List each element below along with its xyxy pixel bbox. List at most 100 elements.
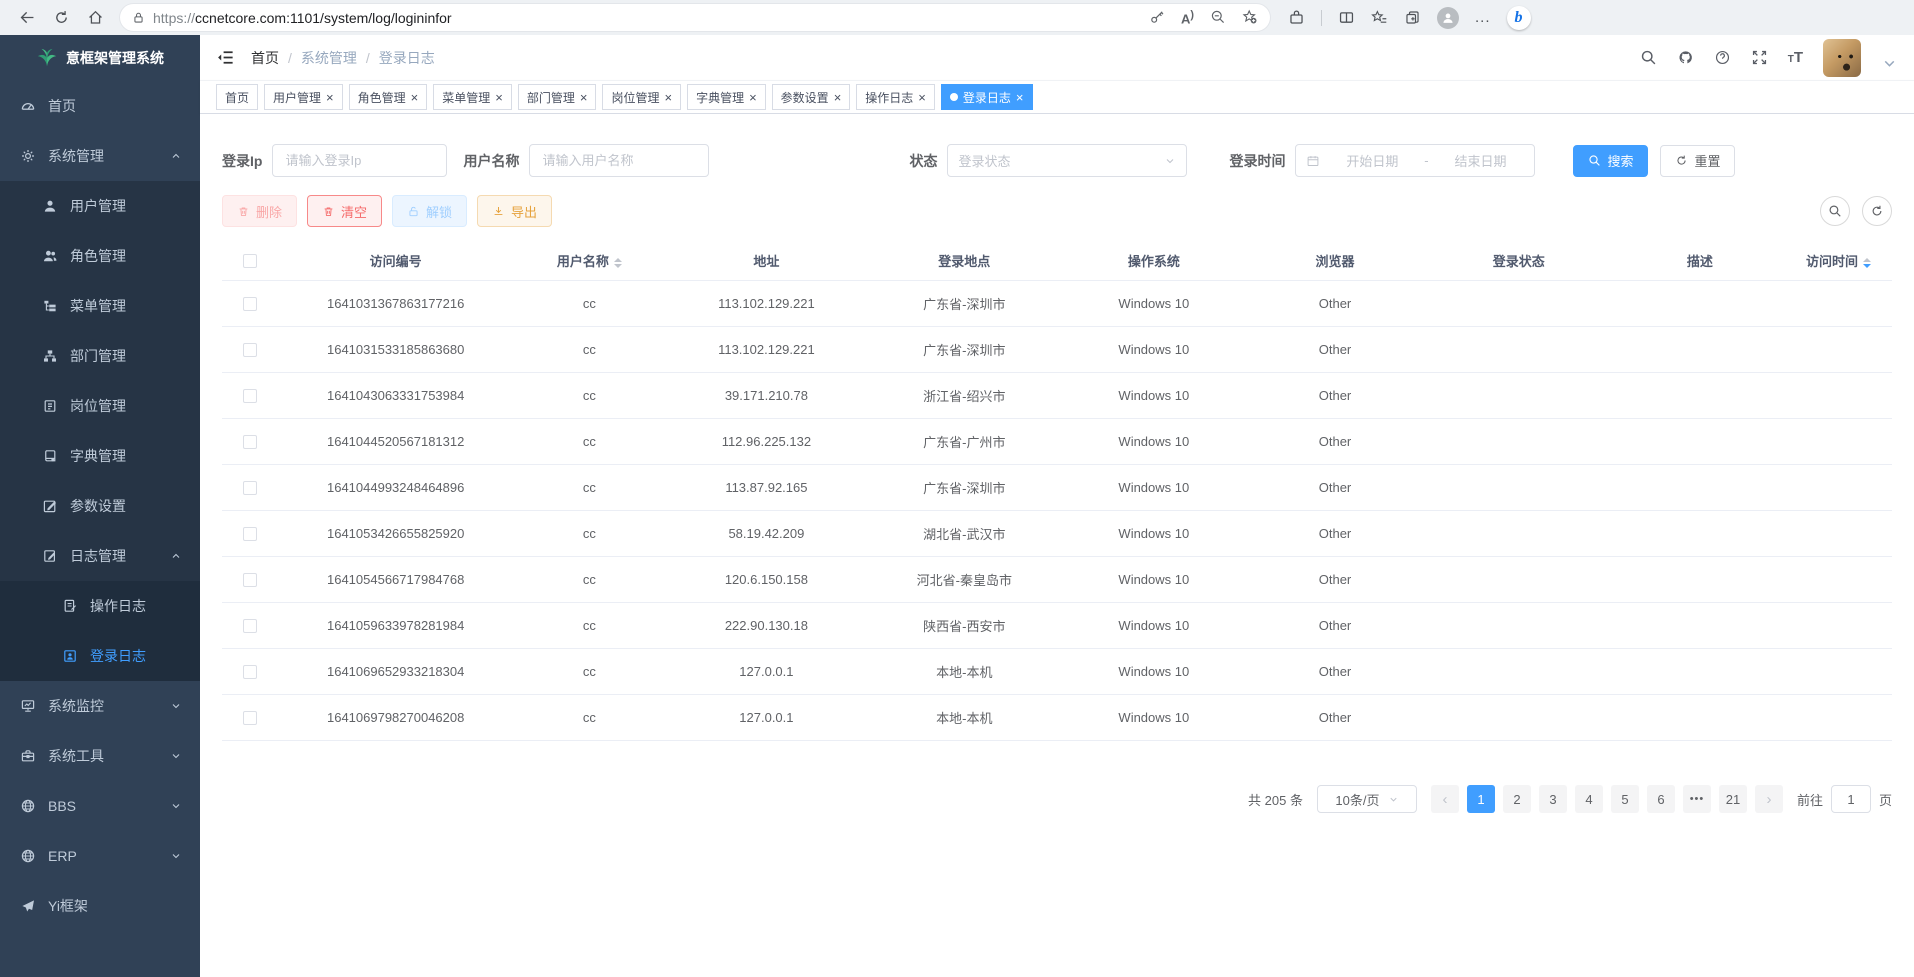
unlock-button[interactable]: 解锁	[392, 195, 467, 227]
row-checkbox[interactable]	[243, 527, 257, 541]
sidebar-item-op-log[interactable]: 操作日志	[0, 581, 200, 631]
zoom-out-icon[interactable]	[1210, 9, 1226, 25]
tab-role-mgmt[interactable]: 角色管理×	[349, 84, 428, 110]
help-icon[interactable]	[1714, 49, 1731, 66]
row-checkbox[interactable]	[243, 343, 257, 357]
page-button-2[interactable]: 2	[1503, 785, 1531, 813]
row-checkbox[interactable]	[243, 619, 257, 633]
select-all-checkbox[interactable]	[243, 254, 257, 268]
sidebar-item-post-mgmt[interactable]: 岗位管理	[0, 381, 200, 431]
more-pages-button[interactable]: •••	[1683, 785, 1711, 813]
sidebar-item-log-mgmt[interactable]: 日志管理	[0, 531, 200, 581]
row-checkbox[interactable]	[243, 435, 257, 449]
sidebar-item-user-mgmt[interactable]: 用户管理	[0, 181, 200, 231]
tab-login-log[interactable]: 登录日志×	[941, 84, 1033, 110]
status-select[interactable]: 登录状态	[947, 144, 1187, 177]
sidebar-item-system-monitor[interactable]: 系统监控	[0, 681, 200, 731]
more-menu-icon[interactable]: ...	[1475, 9, 1491, 26]
split-screen-icon[interactable]	[1338, 9, 1355, 26]
delete-button[interactable]: 删除	[222, 195, 297, 227]
url-text[interactable]: https://ccnetcore.com:1101/system/log/lo…	[153, 10, 1141, 26]
login-ip-input[interactable]	[272, 144, 447, 177]
user-avatar[interactable]	[1823, 39, 1861, 77]
sort-carets-icon[interactable]	[614, 258, 622, 268]
back-icon[interactable]	[12, 4, 42, 32]
sidebar-item-dict-mgmt[interactable]: 字典管理	[0, 431, 200, 481]
goto-page-input[interactable]	[1831, 785, 1871, 813]
sidebar-item-login-log[interactable]: 登录日志	[0, 631, 200, 681]
sidebar-item-yi-framework[interactable]: Yi框架	[0, 881, 200, 931]
header-search-icon[interactable]	[1640, 49, 1657, 66]
page-button-5[interactable]: 5	[1611, 785, 1639, 813]
row-checkbox[interactable]	[243, 665, 257, 679]
favorites-icon[interactable]	[1371, 9, 1388, 26]
search-button[interactable]: 搜索	[1573, 145, 1648, 177]
sidebar-item-home[interactable]: 首页	[0, 81, 200, 131]
sidebar-item-role-mgmt[interactable]: 角色管理	[0, 231, 200, 281]
sidebar-item-system-mgmt[interactable]: 系统管理	[0, 131, 200, 181]
row-checkbox[interactable]	[243, 711, 257, 725]
read-aloud-icon[interactable]: A)	[1181, 9, 1194, 26]
date-range-picker[interactable]: 开始日期 - 结束日期	[1295, 144, 1535, 177]
refresh-table-button[interactable]	[1862, 196, 1892, 226]
sidebar-item-bbs[interactable]: BBS	[0, 781, 200, 831]
collections-icon[interactable]	[1404, 9, 1421, 26]
close-tab-icon[interactable]: ×	[749, 91, 757, 104]
page-button-4[interactable]: 4	[1575, 785, 1603, 813]
tab-dept-mgmt[interactable]: 部门管理×	[518, 84, 597, 110]
copilot-icon[interactable]: b	[1507, 6, 1531, 30]
toggle-search-button[interactable]	[1820, 196, 1850, 226]
close-tab-icon[interactable]: ×	[326, 91, 334, 104]
clear-button[interactable]: 清空	[307, 195, 382, 227]
tab-param-settings[interactable]: 参数设置×	[772, 84, 851, 110]
close-tab-icon[interactable]: ×	[411, 91, 419, 104]
tab-dict-mgmt[interactable]: 字典管理×	[687, 84, 766, 110]
font-size-icon[interactable]: TT	[1788, 49, 1803, 66]
github-icon[interactable]	[1677, 49, 1694, 66]
page-button-1[interactable]: 1	[1467, 785, 1495, 813]
close-tab-icon[interactable]: ×	[834, 91, 842, 104]
password-key-icon[interactable]	[1149, 9, 1165, 25]
tab-op-log[interactable]: 操作日志×	[856, 84, 935, 110]
avatar-caret-icon[interactable]	[1881, 55, 1898, 72]
home-icon[interactable]	[80, 4, 110, 32]
address-bar[interactable]: https://ccnetcore.com:1101/system/log/lo…	[120, 4, 1270, 31]
sidebar-item-system-tools[interactable]: 系统工具	[0, 731, 200, 781]
tab-user-mgmt[interactable]: 用户管理×	[264, 84, 343, 110]
breadcrumb-system[interactable]: 系统管理	[301, 48, 357, 68]
reset-button[interactable]: 重置	[1660, 145, 1735, 177]
column-user[interactable]: 用户名称	[514, 241, 664, 281]
tab-home[interactable]: 首页	[216, 84, 258, 110]
tab-post-mgmt[interactable]: 岗位管理×	[602, 84, 681, 110]
page-size-select[interactable]: 10条/页	[1317, 785, 1417, 813]
close-tab-icon[interactable]: ×	[495, 91, 503, 104]
sidebar-item-erp[interactable]: ERP	[0, 831, 200, 881]
refresh-icon[interactable]	[46, 4, 76, 32]
row-checkbox[interactable]	[243, 481, 257, 495]
page-button-6[interactable]: 6	[1647, 785, 1675, 813]
browser-profile-icon[interactable]	[1437, 7, 1459, 29]
tab-menu-mgmt[interactable]: 菜单管理×	[433, 84, 512, 110]
export-button[interactable]: 导出	[477, 195, 552, 227]
sort-carets-icon[interactable]	[1863, 258, 1871, 268]
fullscreen-icon[interactable]	[1751, 49, 1768, 66]
column-time[interactable]: 访问时间	[1785, 241, 1892, 281]
row-checkbox[interactable]	[243, 573, 257, 587]
close-tab-icon[interactable]: ×	[580, 91, 588, 104]
sidebar-item-menu-mgmt[interactable]: 菜单管理	[0, 281, 200, 331]
sidebar-item-param-settings[interactable]: 参数设置	[0, 481, 200, 531]
sidebar-item-dept-mgmt[interactable]: 部门管理	[0, 331, 200, 381]
hamburger-fold-icon[interactable]	[216, 48, 235, 67]
breadcrumb-home[interactable]: 首页	[251, 48, 279, 68]
row-checkbox[interactable]	[243, 389, 257, 403]
next-page-button[interactable]: ›	[1755, 785, 1783, 813]
row-checkbox[interactable]	[243, 297, 257, 311]
close-tab-icon[interactable]: ×	[1016, 91, 1024, 104]
page-button-3[interactable]: 3	[1539, 785, 1567, 813]
prev-page-button[interactable]: ‹	[1431, 785, 1459, 813]
add-favorite-icon[interactable]	[1242, 9, 1258, 25]
page-button-21[interactable]: 21	[1719, 785, 1747, 813]
close-tab-icon[interactable]: ×	[664, 91, 672, 104]
extensions-icon[interactable]	[1288, 9, 1305, 26]
username-input[interactable]	[529, 144, 709, 177]
